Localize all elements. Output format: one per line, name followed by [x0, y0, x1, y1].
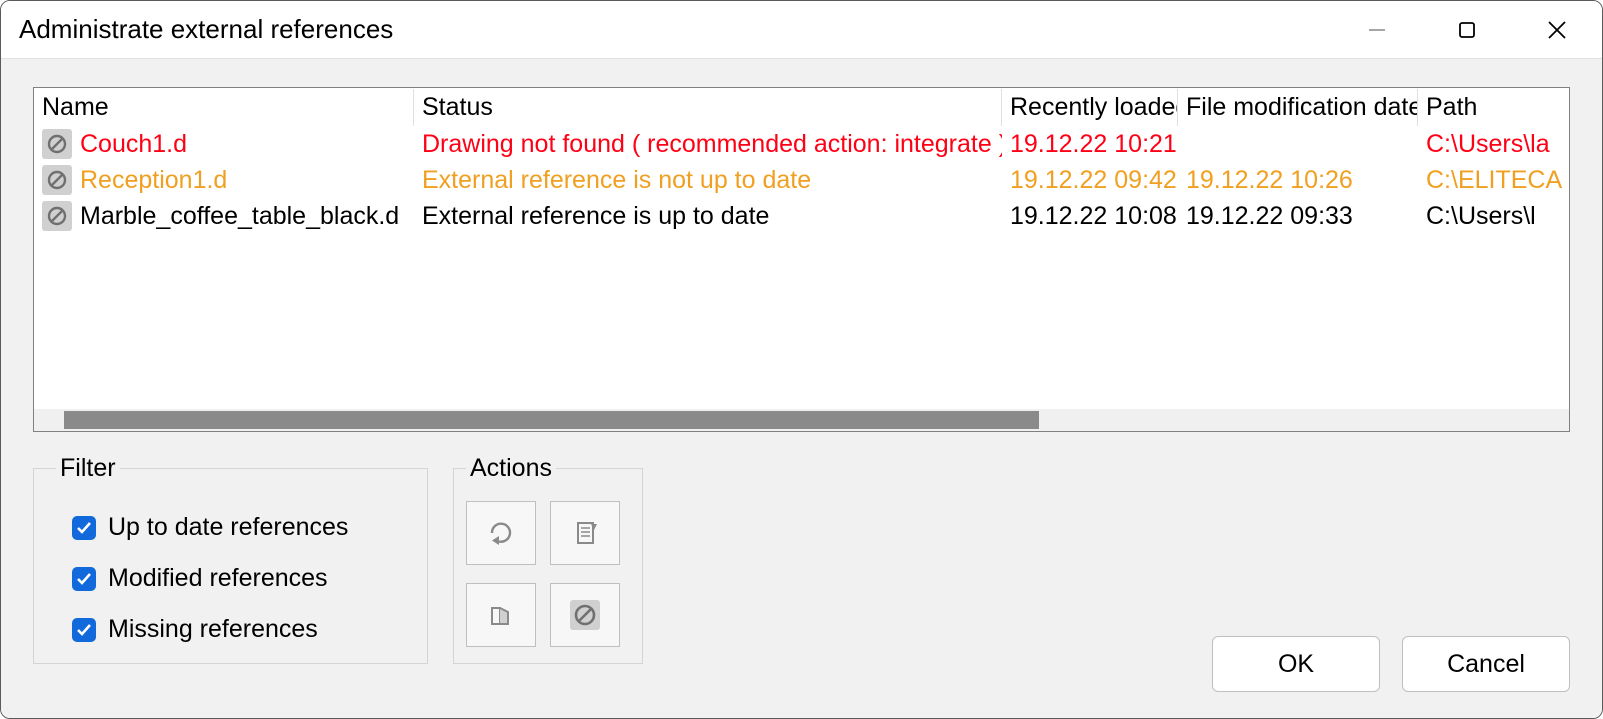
row-name-text: Couch1.d [80, 130, 187, 159]
references-table: Name Status Recently loaded File modific… [33, 87, 1570, 432]
maximize-button[interactable] [1422, 1, 1512, 58]
check-icon [76, 571, 92, 587]
window-title: Administrate external references [19, 14, 1332, 45]
filter-missing-label: Missing references [108, 615, 318, 644]
row-name-text: Marble_coffee_table_black.d [80, 202, 399, 231]
filter-uptodate-row: Up to date references [72, 513, 405, 542]
cell-loaded: 19.12.22 10:21 [1002, 128, 1178, 161]
cell-name: Marble_coffee_table_black.d [34, 199, 414, 233]
col-header-loaded[interactable]: Recently loaded [1002, 89, 1178, 126]
dialog-window: Administrate external references Name St… [0, 0, 1603, 719]
cell-loaded: 19.12.22 10:08 [1002, 200, 1178, 233]
dialog-content: Name Status Recently loaded File modific… [1, 59, 1602, 718]
cell-path: C:\Users\l [1418, 200, 1569, 233]
cell-path: C:\ELITECA [1418, 164, 1569, 197]
cell-moddate [1178, 142, 1418, 146]
scroll-track [34, 409, 64, 431]
close-icon [1547, 20, 1567, 40]
col-header-status[interactable]: Status [414, 89, 1002, 126]
block-icon [42, 165, 72, 195]
table-row[interactable]: Marble_coffee_table_black.d External refe… [34, 198, 1569, 234]
cell-name: Reception1.d [34, 163, 414, 197]
minimize-icon [1368, 21, 1386, 39]
cell-status: Drawing not found ( recommended action: … [414, 128, 1002, 161]
horizontal-scrollbar[interactable] [34, 409, 1569, 431]
actions-grid [466, 501, 630, 647]
filter-group: Filter Up to date references Modified re… [33, 454, 428, 664]
cell-moddate: 19.12.22 10:26 [1178, 164, 1418, 197]
cell-moddate: 19.12.22 09:33 [1178, 200, 1418, 233]
actions-legend: Actions [466, 454, 556, 483]
actions-group: Actions [453, 454, 643, 664]
table-body: Couch1.d Drawing not found ( recommended … [34, 126, 1569, 409]
cancel-button[interactable]: Cancel [1402, 636, 1570, 692]
cell-status: External reference is not up to date [414, 164, 1002, 197]
filter-modified-checkbox[interactable] [72, 567, 96, 591]
filter-modified-row: Modified references [72, 564, 405, 593]
col-header-name[interactable]: Name [34, 89, 414, 126]
action-reload-button[interactable] [466, 501, 536, 565]
check-icon [76, 622, 92, 638]
document-import-icon [570, 518, 600, 548]
scroll-thumb[interactable] [64, 411, 1039, 429]
action-integrate-button[interactable] [550, 501, 620, 565]
cell-status: External reference is up to date [414, 200, 1002, 233]
block-icon [570, 600, 600, 630]
ok-button[interactable]: OK [1212, 636, 1380, 692]
filter-missing-row: Missing references [72, 615, 405, 644]
table-header: Name Status Recently loaded File modific… [34, 88, 1569, 126]
filter-uptodate-checkbox[interactable] [72, 516, 96, 540]
minimize-button[interactable] [1332, 1, 1422, 58]
col-header-moddate[interactable]: File modification date [1178, 89, 1418, 126]
row-name-text: Reception1.d [80, 166, 227, 195]
block-icon [42, 129, 72, 159]
action-block-button[interactable] [550, 583, 620, 647]
maximize-icon [1458, 21, 1476, 39]
bottom-panel: Filter Up to date references Modified re… [33, 454, 1570, 664]
filter-modified-label: Modified references [108, 564, 328, 593]
block-icon [42, 201, 72, 231]
action-open-button[interactable] [466, 583, 536, 647]
folder-open-icon [486, 600, 516, 630]
titlebar: Administrate external references [1, 1, 1602, 59]
table-row[interactable]: Reception1.d External reference is not up… [34, 162, 1569, 198]
close-button[interactable] [1512, 1, 1602, 58]
cell-path: C:\Users\la [1418, 128, 1569, 161]
window-controls [1332, 1, 1602, 58]
cell-loaded: 19.12.22 09:42 [1002, 164, 1178, 197]
filter-legend: Filter [56, 454, 120, 483]
filter-uptodate-label: Up to date references [108, 513, 348, 542]
filter-missing-checkbox[interactable] [72, 618, 96, 642]
col-header-path[interactable]: Path [1418, 89, 1569, 126]
scroll-track [1039, 409, 1569, 431]
check-icon [76, 520, 92, 536]
reload-icon [486, 518, 516, 548]
table-row[interactable]: Couch1.d Drawing not found ( recommended … [34, 126, 1569, 162]
dialog-buttons: OK Cancel [1212, 636, 1570, 692]
cell-name: Couch1.d [34, 127, 414, 161]
